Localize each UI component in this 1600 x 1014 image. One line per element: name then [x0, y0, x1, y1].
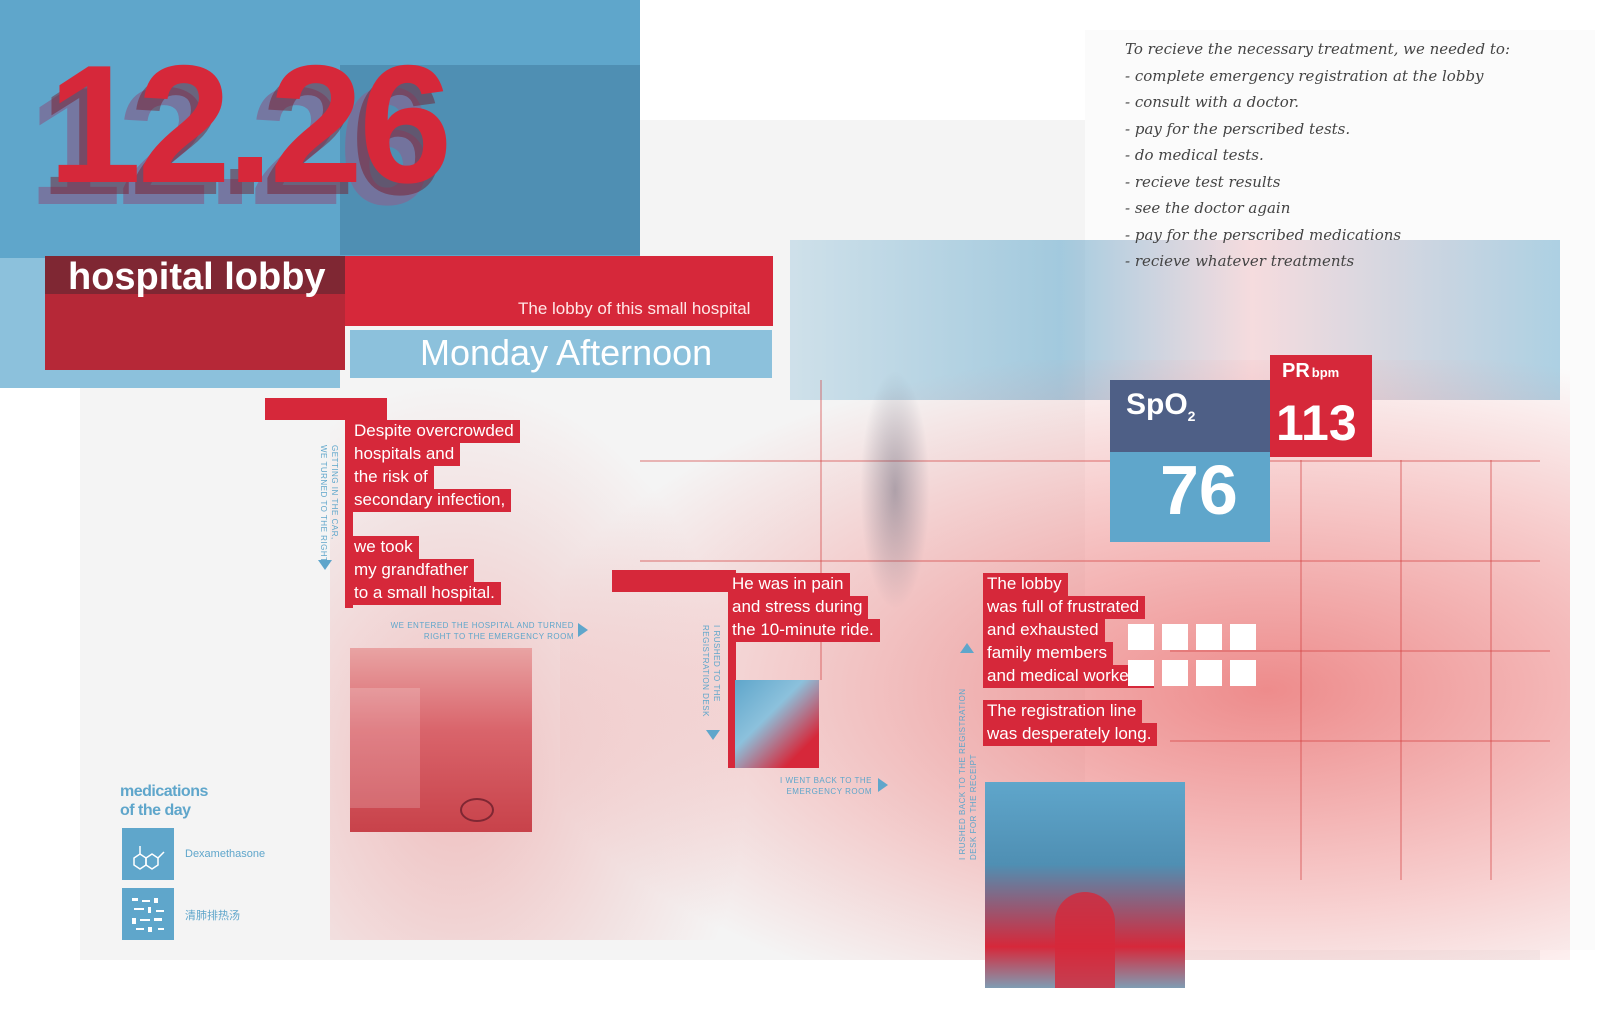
story-line: the risk of: [350, 466, 434, 489]
medications-title-line: medications: [120, 783, 208, 800]
note-line: - complete emergency registration at the…: [1125, 66, 1484, 85]
herbal-icon: [122, 888, 174, 940]
date-title: 12.26: [48, 30, 452, 218]
window-tile: [1162, 660, 1188, 686]
arrow-right-icon: [578, 623, 588, 637]
story-line: to a small hospital.: [350, 582, 501, 605]
arrow-down-icon: [706, 730, 720, 740]
window-tile: [1128, 660, 1154, 686]
story-line: He was in pain: [728, 573, 850, 596]
arrow-right-icon: [878, 778, 888, 792]
medications-title: medications of the day: [120, 782, 208, 820]
story-line: the 10-minute ride.: [728, 619, 880, 642]
story-line: we took: [350, 536, 419, 559]
spo2-label-sub: 2: [1187, 408, 1196, 424]
note-line: - see the doctor again: [1125, 199, 1291, 217]
caption-line: REGISTRATION DESK: [701, 625, 710, 717]
note-line: - consult with a doctor.: [1125, 93, 1300, 111]
spo2-label-text: SpO: [1126, 388, 1188, 421]
story-line: and stress during: [728, 596, 869, 619]
caption-went-back: I WENT BACK TO THE EMERGENCY ROOM: [762, 775, 872, 797]
spo2-label: SpO2: [1126, 388, 1195, 424]
grid-line: [640, 460, 1540, 462]
medication-name: 清肺排热汤: [185, 910, 240, 922]
arrow-down-icon: [318, 560, 332, 570]
caption-line: RIGHT TO THE EMERGENCY ROOM: [423, 632, 574, 641]
title-band-red: [45, 294, 345, 370]
caption-line: I RUSHED BACK TO THE REGISTRATION: [958, 688, 967, 861]
note-line: - recieve whatever treatments: [1125, 252, 1355, 270]
medications-title-line: of the day: [120, 802, 191, 819]
pulse-unit: bpm: [1311, 365, 1340, 380]
pulse-label-text: PR: [1282, 360, 1310, 382]
car-ride-photo: [735, 680, 819, 768]
caption-line: GETTING IN THE CAR,: [330, 445, 339, 540]
pulse-value: 113: [1276, 395, 1357, 451]
grid-line: [1170, 650, 1550, 652]
bicycle-shape: [460, 798, 494, 822]
caption-receipt: I RUSHED BACK TO THE REGISTRATION DESK F…: [957, 689, 979, 861]
place-title: hospital lobby: [68, 256, 326, 298]
street-photo: [350, 648, 532, 832]
window-tile: [1196, 624, 1222, 650]
window-tile: [1128, 624, 1154, 650]
grid-line: [1300, 460, 1302, 880]
caption-line: EMERGENCY ROOM: [786, 787, 872, 796]
caption-rushed: I RUSHED TO THE REGISTRATION DESK: [700, 625, 722, 717]
note-line: - do medical tests.: [1125, 146, 1264, 164]
building-shape: [350, 688, 420, 808]
story-line: hospitals and: [350, 443, 461, 466]
red-bar: [612, 570, 732, 592]
red-bar: [265, 398, 387, 420]
caption-line: DESK FOR THE RECEIPT: [969, 754, 978, 860]
handwritten-note: To recieve the necessary treatment, we n…: [1125, 40, 1510, 279]
caption-line: I RUSHED TO THE: [712, 625, 721, 702]
molecule-icon: [122, 828, 174, 880]
note-line: - recieve test results: [1125, 172, 1281, 191]
story-line: and exhausted: [983, 619, 1105, 642]
grid-line: [1400, 460, 1402, 880]
caption-line: WE TURNED TO THE RIGHT: [319, 445, 328, 563]
time-of-day: Monday Afternoon: [420, 332, 713, 373]
lobby-description: The lobby of this small hospital: [518, 299, 751, 318]
grid-line: [1490, 460, 1492, 880]
story-line: Despite overcrowded: [350, 420, 520, 443]
caption-car: GETTING IN THE CAR, WE TURNED TO THE RIG…: [318, 445, 340, 563]
story-line: was desperately long.: [983, 723, 1158, 746]
medication-name: Dexamethasone: [185, 848, 266, 860]
grid-line: [1170, 740, 1550, 742]
caption-entered: WE ENTERED THE HOSPITAL AND TURNED RIGHT…: [376, 620, 574, 642]
story-block-2: He was in pain and stress during the 10-…: [728, 573, 880, 642]
story-line: secondary infection,: [350, 489, 512, 512]
pulse-label: PR bpm: [1282, 360, 1339, 383]
person-shape: [1055, 892, 1115, 988]
caption-line: I WENT BACK TO THE: [780, 776, 872, 785]
spo2-value: 76: [1160, 451, 1238, 529]
window-tile: [1196, 660, 1222, 686]
note-line: To recieve the necessary treatment, we n…: [1125, 40, 1511, 58]
story-line: my grandfather: [350, 559, 475, 582]
caption-line: WE ENTERED THE HOSPITAL AND TURNED: [390, 621, 574, 630]
story-line: The registration line: [983, 700, 1143, 723]
grid-line: [640, 560, 1540, 562]
story-line: family members: [983, 642, 1113, 665]
arrow-up-icon: [960, 643, 974, 653]
note-line: - pay for the perscribed medications: [1125, 225, 1402, 244]
window-tile: [1162, 624, 1188, 650]
window-tile: [1230, 660, 1256, 686]
registration-desk-photo: [985, 782, 1185, 988]
note-line: - pay for the perscribed tests.: [1125, 119, 1351, 138]
window-tile: [1230, 624, 1256, 650]
story-block-1: Despite overcrowded hospitals and the ri…: [350, 420, 520, 605]
story-line: The lobby: [983, 573, 1068, 596]
story-line: was full of frustrated: [983, 596, 1146, 619]
